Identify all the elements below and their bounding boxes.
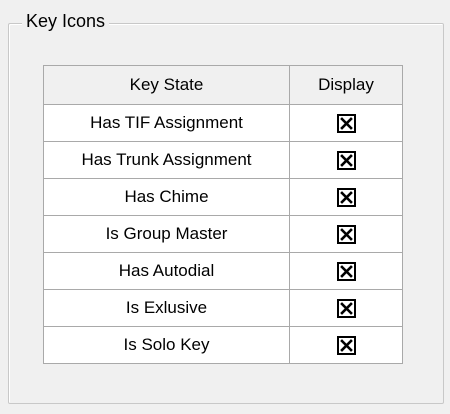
key-state-cell: Has Autodial xyxy=(43,252,290,290)
display-checkbox[interactable] xyxy=(336,151,356,170)
display-cell xyxy=(289,289,403,327)
key-state-cell: Has Chime xyxy=(43,178,290,216)
display-checkbox[interactable] xyxy=(336,336,356,355)
display-checkbox[interactable] xyxy=(336,188,356,207)
x-mark-icon xyxy=(339,265,353,278)
display-cell xyxy=(289,326,403,364)
key-state-cell: Has TIF Assignment xyxy=(43,104,290,142)
column-header-display[interactable]: Display xyxy=(289,65,403,105)
key-state-cell: Is Exlusive xyxy=(43,289,290,327)
display-cell xyxy=(289,141,403,179)
x-mark-icon xyxy=(339,154,353,167)
key-state-table: Key State Display Has TIF Assignment Has … xyxy=(43,65,403,364)
x-mark-icon xyxy=(339,302,353,315)
x-mark-icon xyxy=(339,339,353,352)
display-checkbox[interactable] xyxy=(336,262,356,281)
table-row[interactable]: Is Group Master xyxy=(43,215,403,253)
key-state-grid: Key State Display Has TIF Assignment Has … xyxy=(43,65,403,364)
table-row[interactable]: Has Trunk Assignment xyxy=(43,141,403,179)
table-row[interactable]: Is Exlusive xyxy=(43,289,403,327)
display-cell xyxy=(289,215,403,253)
x-mark-icon xyxy=(339,191,353,204)
key-state-cell: Has Trunk Assignment xyxy=(43,141,290,179)
column-header-key-state[interactable]: Key State xyxy=(43,65,290,105)
table-row[interactable]: Is Solo Key xyxy=(43,326,403,364)
x-mark-icon xyxy=(339,117,353,130)
display-cell xyxy=(289,178,403,216)
display-cell xyxy=(289,104,403,142)
table-row[interactable]: Has TIF Assignment xyxy=(43,104,403,142)
display-cell xyxy=(289,252,403,290)
display-checkbox[interactable] xyxy=(336,299,356,318)
key-state-cell: Is Solo Key xyxy=(43,326,290,364)
display-checkbox[interactable] xyxy=(336,114,356,133)
table-row[interactable]: Has Autodial xyxy=(43,252,403,290)
display-checkbox[interactable] xyxy=(336,225,356,244)
grid-body: Has TIF Assignment Has Trunk Assignment Ha… xyxy=(43,104,403,364)
x-mark-icon xyxy=(339,228,353,241)
table-row[interactable]: Has Chime xyxy=(43,178,403,216)
header-row: Key State Display xyxy=(43,65,403,105)
groupbox-title: Key Icons xyxy=(22,8,110,34)
key-state-cell: Is Group Master xyxy=(43,215,290,253)
